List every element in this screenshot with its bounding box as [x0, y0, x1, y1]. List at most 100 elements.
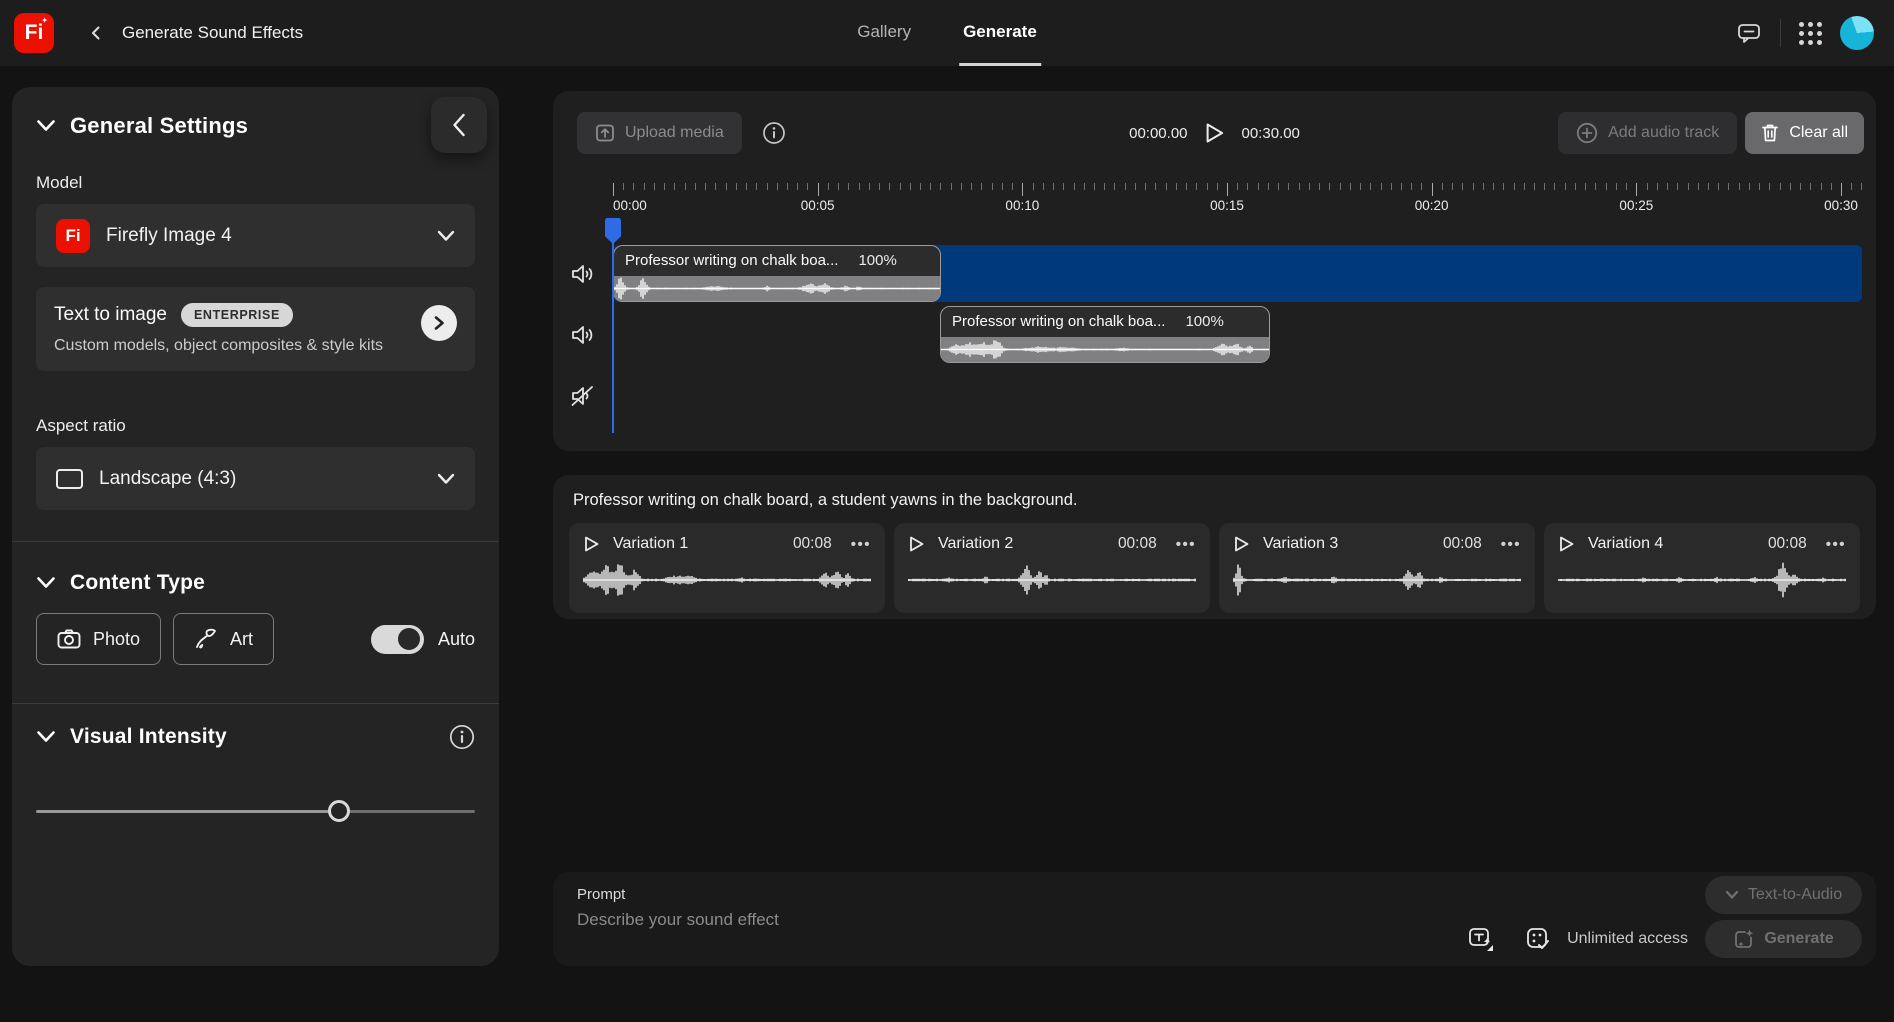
play-icon[interactable] [1233, 535, 1250, 553]
landscape-ratio-icon [56, 469, 83, 489]
variation-duration: 00:08 [793, 535, 832, 553]
text-to-image-arrow-button[interactable] [421, 305, 457, 341]
back-button[interactable] [88, 25, 104, 41]
ruler-label: 00:25 [1619, 198, 1653, 213]
collapse-sidebar-button[interactable] [431, 97, 487, 153]
variation-duration: 00:08 [1118, 535, 1157, 553]
add-audio-track-button[interactable]: Add audio track [1558, 112, 1737, 154]
auto-label: Auto [438, 629, 475, 650]
more-menu-button[interactable]: ••• [1820, 536, 1846, 553]
clip-label: Professor writing on chalk boa... [952, 313, 1165, 330]
clip-label: Professor writing on chalk boa... [625, 252, 838, 269]
variation-card-1[interactable]: Variation 1 00:08 ••• [569, 523, 885, 613]
variation-card-4[interactable]: Variation 4 00:08 ••• [1544, 523, 1860, 613]
track2-volume-button[interactable] [553, 306, 613, 363]
auto-toggle[interactable] [371, 625, 424, 654]
audio-clip-1[interactable]: Professor writing on chalk boa... 100% [613, 245, 941, 302]
paintbrush-icon [194, 628, 218, 650]
clip-waveform [941, 337, 1269, 362]
model-label: Model [36, 173, 475, 193]
upload-media-button[interactable]: Upload media [577, 112, 742, 154]
variation-card-2[interactable]: Variation 2 00:08 ••• [894, 523, 1210, 613]
current-time: 00:00.00 [1129, 125, 1187, 142]
model-value: Firefly Image 4 [106, 225, 421, 247]
chevron-down-icon [36, 119, 56, 133]
apps-grid-icon [1799, 22, 1822, 45]
content-type-title: Content Type [70, 571, 205, 595]
feedback-button[interactable] [1736, 21, 1762, 45]
firefly-model-icon: Fi [56, 219, 90, 253]
timeline-ruler[interactable]: 00:0000:0500:1000:1500:2000:2500:30 [613, 183, 1862, 217]
camera-icon [57, 629, 81, 649]
clip-volume: 100% [1185, 313, 1223, 330]
plus-circle-icon [1576, 122, 1598, 144]
prompt-suggestions-icon[interactable] [1467, 925, 1495, 953]
play-icon[interactable] [908, 535, 925, 553]
divider [1780, 19, 1781, 47]
more-menu-button[interactable]: ••• [1495, 536, 1521, 553]
clear-all-button[interactable]: Clear all [1745, 112, 1864, 154]
info-icon[interactable] [449, 724, 475, 750]
content-type-header[interactable]: Content Type [36, 568, 475, 598]
playhead-line [612, 240, 615, 433]
tab-gallery[interactable]: Gallery [853, 0, 915, 66]
prompt-input[interactable] [577, 910, 1417, 954]
apps-button[interactable] [1799, 22, 1822, 45]
visual-intensity-slider[interactable] [36, 799, 475, 823]
chevron-left-icon [448, 112, 470, 138]
firefly-logo[interactable]: Fi✦ [14, 13, 54, 53]
timeline-panel: Upload media 00:00.00 00:30.00 Add audio… [553, 91, 1876, 451]
chevron-left-icon [88, 25, 104, 41]
photo-button[interactable]: Photo [36, 613, 161, 665]
variation-waveform [908, 561, 1196, 599]
track1-volume-button[interactable] [553, 245, 613, 302]
page-title: Generate Sound Effects [122, 23, 303, 43]
art-button[interactable]: Art [173, 613, 274, 665]
clip-waveform [614, 276, 940, 301]
speaker-icon [570, 262, 596, 286]
play-icon[interactable] [1558, 535, 1575, 553]
info-icon[interactable] [762, 121, 786, 145]
chevron-down-icon [1725, 890, 1739, 900]
mode-select-button[interactable]: Text-to-Audio [1705, 876, 1862, 914]
upload-icon [595, 123, 615, 143]
avatar[interactable] [1840, 16, 1874, 50]
slider-knob[interactable] [328, 800, 350, 822]
chevron-down-icon [36, 730, 56, 744]
ruler-label: 00:20 [1415, 198, 1449, 213]
text-to-image-card[interactable]: Text to image ENTERPRISE Custom models, … [36, 287, 475, 371]
text-to-image-description: Custom models, object composites & style… [54, 337, 457, 355]
generate-button[interactable]: Generate [1705, 920, 1862, 958]
slider-track-filled [36, 810, 339, 814]
upload-media-label: Upload media [625, 124, 724, 142]
play-icon[interactable] [583, 535, 600, 553]
aspect-ratio-select[interactable]: Landscape (4:3) [36, 447, 475, 510]
variation-waveform [1558, 561, 1846, 599]
ruler-label: 00:15 [1210, 198, 1244, 213]
more-menu-button[interactable]: ••• [1170, 536, 1196, 553]
style-reference-icon[interactable] [1525, 926, 1551, 952]
generate-label: Generate [1764, 930, 1833, 948]
general-settings-title: General Settings [70, 113, 248, 139]
visual-intensity-header[interactable]: Visual Intensity [36, 722, 475, 752]
play-button[interactable] [1204, 121, 1226, 145]
audio-clip-2[interactable]: Professor writing on chalk boa... 100% [940, 306, 1270, 363]
more-menu-button[interactable]: ••• [845, 536, 871, 553]
variation-label: Variation 1 [613, 535, 688, 553]
ruler-label: 00:30 [1824, 198, 1858, 213]
model-select[interactable]: Fi Firefly Image 4 [36, 204, 475, 267]
general-settings-header[interactable]: General Settings [36, 111, 475, 141]
photo-label: Photo [93, 629, 140, 650]
sparkle-icon: ✦ [41, 17, 48, 25]
divider [12, 541, 499, 542]
track3-muted-button[interactable] [553, 367, 613, 424]
variation-card-3[interactable]: Variation 3 00:08 ••• [1219, 523, 1535, 613]
clear-all-label: Clear all [1789, 124, 1848, 142]
total-time: 00:30.00 [1242, 125, 1300, 142]
mode-select-label: Text-to-Audio [1748, 886, 1842, 904]
divider [12, 703, 499, 704]
audio-track-1: Professor writing on chalk boa... 100% [613, 245, 1862, 302]
prompt-label: Prompt [577, 886, 625, 903]
tab-generate[interactable]: Generate [959, 0, 1041, 66]
visual-intensity-title: Visual Intensity [70, 725, 227, 749]
